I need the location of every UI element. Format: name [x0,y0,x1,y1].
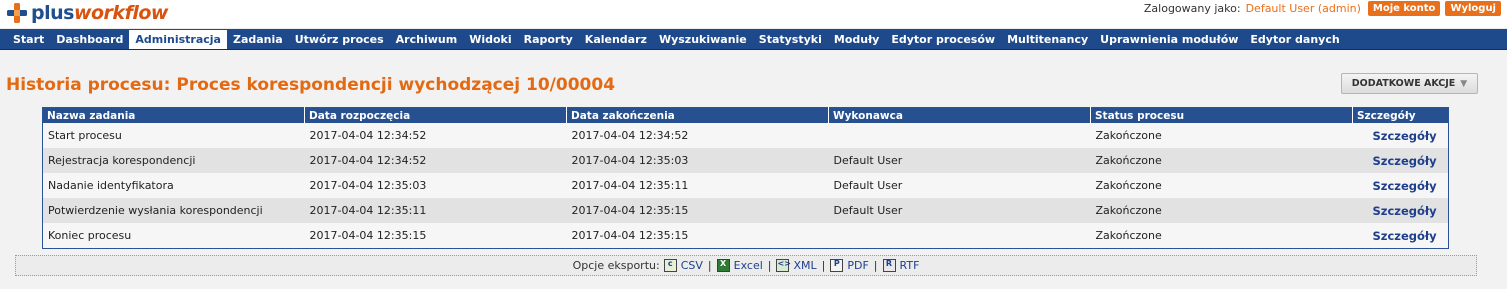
cell-status: Zakończone [1090,223,1353,249]
export-xml-label: XML [793,259,817,272]
export-separator: | [707,259,712,272]
process-history-table: Nazwa zadania Data rozpoczęcia Data zako… [42,107,1449,249]
cell-end: 2017-04-04 12:34:52 [566,123,829,148]
cell-start: 2017-04-04 12:34:52 [304,123,567,148]
export-separator: | [821,259,826,272]
nav-item-edytor-procesow[interactable]: Edytor procesów [885,29,1001,49]
table-header-row: Nazwa zadania Data rozpoczęcia Data zako… [42,107,1449,123]
details-link[interactable]: Szczegóły [1352,123,1449,148]
nav-item-multitenancy[interactable]: Multitenancy [1001,29,1094,49]
top-header: plusworkflow Zalogowany jako: Default Us… [0,0,1507,28]
logo-text: plusworkflow [31,2,168,24]
rtf-icon: R [882,259,896,272]
nav-item-kalendarz[interactable]: Kalendarz [579,29,653,49]
export-csv-label: CSV [680,259,703,272]
logo[interactable]: plusworkflow [6,2,168,24]
details-link[interactable]: Szczegóły [1352,173,1449,198]
user-box: Zalogowany jako: Default User (admin) Mo… [1144,0,1501,16]
export-separator: | [873,259,878,272]
main-content: Historia procesu: Proces korespondencji … [0,50,1507,289]
nav-item-administracja[interactable]: Administracja [129,30,227,49]
logo-icon [7,3,27,23]
cell-status: Zakończone [1090,198,1353,223]
nav-item-widoki[interactable]: Widoki [463,29,517,49]
export-rtf-link[interactable]: R RTF [882,259,920,272]
cell-end: 2017-04-04 12:35:11 [566,173,829,198]
logged-in-label: Zalogowany jako: [1143,1,1241,15]
column-header-details: Szczegóły [1352,107,1449,123]
additional-actions-label: DODATKOWE AKCJE [1351,78,1456,89]
xml-icon: <> [776,259,791,272]
main-nav: Start Dashboard Administracja Zadania Ut… [0,29,1507,50]
nav-item-archiwum[interactable]: Archiwum [390,29,464,49]
export-excel-label: Excel [733,259,763,272]
cell-end: 2017-04-04 12:35:15 [566,223,829,249]
cell-start: 2017-04-04 12:35:11 [304,198,567,223]
additional-actions-button[interactable]: DODATKOWE AKCJE ▼ [1341,73,1478,94]
page-title: Historia procesu: Proces korespondencji … [6,75,616,95]
table-row: Nadanie identyfikatora 2017-04-04 12:35:… [42,173,1449,198]
table-row: Rejestracja korespondencji 2017-04-04 12… [42,148,1449,173]
excel-icon: X [716,259,730,272]
cell-status: Zakończone [1090,173,1353,198]
export-xml-link[interactable]: <> XML [776,259,817,272]
table-row: Koniec procesu 2017-04-04 12:35:15 2017-… [42,223,1449,249]
export-excel-link[interactable]: X Excel [716,259,763,272]
details-link[interactable]: Szczegóły [1352,223,1449,249]
nav-item-moduly[interactable]: Moduły [828,29,885,49]
details-link[interactable]: Szczegóły [1352,148,1449,173]
cell-start: 2017-04-04 12:35:03 [304,173,567,198]
cell-status: Zakończone [1090,148,1353,173]
export-rtf-label: RTF [899,259,920,272]
nav-item-start[interactable]: Start [7,29,50,49]
nav-item-utworz-proces[interactable]: Utwórz proces [289,29,390,49]
cell-assignee [828,223,1091,249]
nav-item-wyszukiwanie[interactable]: Wyszukiwanie [653,29,753,49]
export-pdf-link[interactable]: P PDF [830,259,869,272]
nav-item-statystyki[interactable]: Statystyki [753,29,828,49]
nav-item-edytor-danych[interactable]: Edytor danych [1244,29,1345,49]
caret-down-icon: ▼ [1460,78,1468,89]
table-row: Start procesu 2017-04-04 12:34:52 2017-0… [42,123,1449,148]
cell-start: 2017-04-04 12:34:52 [304,148,567,173]
cell-end: 2017-04-04 12:35:03 [566,148,829,173]
cell-task: Potwierdzenie wysłania korespondencji [42,198,305,223]
export-pdf-label: PDF [847,259,869,272]
csv-icon: c [663,259,677,272]
column-header-status[interactable]: Status procesu [1090,107,1353,123]
cell-assignee: Default User [828,148,1091,173]
my-account-button[interactable]: Moje konto [1367,0,1441,16]
nav-item-uprawnienia-modulow[interactable]: Uprawnienia modułów [1094,29,1244,49]
export-label: Opcje eksportu: [572,259,660,272]
nav-item-dashboard[interactable]: Dashboard [50,29,129,49]
cell-task: Start procesu [42,123,305,148]
column-header-start[interactable]: Data rozpoczęcia [304,107,567,123]
column-header-task[interactable]: Nazwa zadania [42,107,305,123]
export-separator: | [767,259,772,272]
cell-status: Zakończone [1090,123,1353,148]
logout-button[interactable]: Wyloguj [1445,0,1501,16]
nav-item-zadania[interactable]: Zadania [227,29,289,49]
pdf-icon: P [830,259,844,272]
cell-start: 2017-04-04 12:35:15 [304,223,567,249]
cell-end: 2017-04-04 12:35:15 [566,198,829,223]
cell-assignee [828,123,1091,148]
user-name-link[interactable]: Default User (admin) [1246,2,1361,15]
cell-task: Rejestracja korespondencji [42,148,305,173]
export-options-bar: Opcje eksportu: c CSV | X Excel | <> XML… [15,255,1477,276]
cell-assignee: Default User [828,173,1091,198]
export-csv-link[interactable]: c CSV [663,259,703,272]
column-header-end[interactable]: Data zakończenia [566,107,829,123]
table-row: Potwierdzenie wysłania korespondencji 20… [42,198,1449,223]
cell-task: Nadanie identyfikatora [42,173,305,198]
column-header-assignee[interactable]: Wykonawca [828,107,1091,123]
cell-assignee: Default User [828,198,1091,223]
details-link[interactable]: Szczegóły [1352,198,1449,223]
nav-item-raporty[interactable]: Raporty [518,29,579,49]
cell-task: Koniec procesu [42,223,305,249]
